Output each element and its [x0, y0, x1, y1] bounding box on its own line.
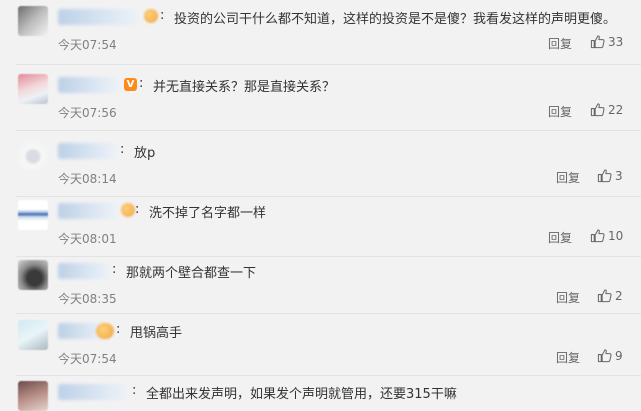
comment-item: : 那就两个壁合都查一下 今天08:35 回复 2 — [0, 260, 641, 316]
comment-item: V : 并无直接关系？那是直接关系？ 今天07:56 回复 22 — [0, 74, 641, 130]
comment-text: 全都出来发声明，如果发个声明就管用，还要315干嘛 — [146, 387, 457, 402]
comment-time: 今天07:56 — [58, 106, 117, 120]
reply-button[interactable]: 回复 — [556, 169, 580, 186]
badge-icon — [144, 9, 158, 23]
username[interactable] — [58, 143, 118, 159]
like-count: 22 — [608, 103, 624, 117]
username[interactable] — [58, 384, 128, 400]
avatar[interactable] — [18, 140, 48, 170]
username[interactable] — [58, 203, 118, 219]
divider — [16, 196, 641, 197]
colon: : — [139, 76, 144, 91]
comment-item: : 全都出来发声明，如果发个声明就管用，还要315干嘛 — [0, 381, 641, 411]
avatar[interactable] — [18, 260, 48, 290]
comment-text: 那就两个壁合都查一下 — [126, 266, 257, 281]
comment-text: 并无直接关系？那是直接关系？ — [153, 80, 336, 95]
avatar[interactable] — [18, 320, 48, 350]
thumbs-up-icon[interactable] — [590, 102, 605, 117]
username[interactable] — [58, 77, 120, 93]
colon: : — [160, 8, 165, 23]
comment-item: : 放p 今天08:14 回复 3 — [0, 140, 641, 196]
comment-time: 今天07:54 — [58, 352, 117, 366]
comment-time: 今天08:35 — [58, 292, 117, 306]
colon: : — [112, 262, 117, 277]
comment-time: 今天07:54 — [58, 38, 117, 52]
avatar[interactable] — [18, 200, 48, 230]
divider — [16, 64, 641, 65]
thumbs-up-icon[interactable] — [597, 348, 612, 363]
like-count: 3 — [615, 169, 623, 183]
comment-text: 洗不掉了名字都一样 — [149, 206, 267, 221]
comment-text: 甩锅高手 — [130, 326, 183, 341]
like-count: 33 — [608, 35, 624, 49]
like-count: 2 — [615, 289, 623, 303]
comment-item: : 甩锅高手 今天07:54 回复 9 — [0, 320, 641, 376]
reply-button[interactable]: 回复 — [548, 35, 572, 52]
divider — [16, 313, 641, 314]
colon: : — [120, 142, 125, 157]
thumbs-up-icon[interactable] — [590, 34, 605, 49]
badge-icon — [121, 203, 135, 217]
comment-item: : 投资的公司干什么都不知道，这样的投资是不是傻？我看发这样的声明更傻。 今天0… — [0, 6, 641, 64]
like-count: 10 — [608, 229, 624, 243]
colon: : — [135, 202, 140, 217]
colon: : — [116, 322, 121, 337]
like-count: 9 — [615, 349, 623, 363]
divider — [16, 130, 641, 131]
thumbs-up-icon[interactable] — [590, 228, 605, 243]
colon: : — [132, 383, 137, 398]
reply-button[interactable]: 回复 — [548, 229, 572, 246]
username[interactable] — [58, 9, 140, 25]
comment-time: 今天08:01 — [58, 232, 117, 246]
thumbs-up-icon[interactable] — [597, 168, 612, 183]
v-badge-icon: V — [124, 78, 137, 91]
avatar[interactable] — [18, 6, 48, 36]
thumbs-up-icon[interactable] — [597, 288, 612, 303]
comment-text: 投资的公司干什么都不知道，这样的投资是不是傻？我看发这样的声明更傻。 — [174, 12, 617, 27]
username[interactable] — [58, 263, 110, 279]
comment-list: : 投资的公司干什么都不知道，这样的投资是不是傻？我看发这样的声明更傻。 今天0… — [0, 0, 641, 411]
badge-icon — [96, 323, 114, 339]
divider — [16, 375, 641, 376]
divider — [16, 256, 641, 257]
reply-button[interactable]: 回复 — [556, 289, 580, 306]
reply-button[interactable]: 回复 — [556, 349, 580, 366]
avatar[interactable] — [18, 74, 48, 104]
comment-text: 放p — [134, 146, 156, 161]
comment-time: 今天08:14 — [58, 172, 117, 186]
reply-button[interactable]: 回复 — [548, 103, 572, 120]
comment-item: : 洗不掉了名字都一样 今天08:01 回复 10 — [0, 200, 641, 256]
